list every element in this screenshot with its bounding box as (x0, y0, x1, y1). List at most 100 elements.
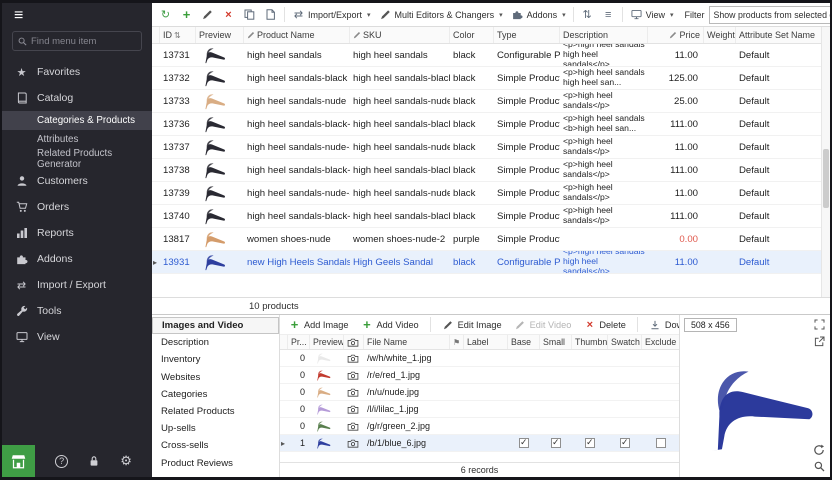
detail-tab[interactable]: Product Reviews (152, 455, 279, 472)
swatch-checkbox[interactable] (620, 421, 630, 431)
sidebar-item-tools[interactable]: Tools (2, 298, 152, 324)
image-row[interactable]: 0 /l/i/lilac_1.jpg (280, 401, 679, 418)
sidebar-item-reports[interactable]: Reports (2, 220, 152, 246)
column-header-type[interactable]: Type (494, 27, 560, 43)
list-button[interactable]: ≡ (599, 6, 618, 24)
product-row[interactable]: 13733 high heel sandals-nude high heel s… (152, 90, 821, 113)
delete-product-button[interactable]: × (219, 6, 238, 24)
column-header-preview[interactable]: Preview (310, 335, 344, 349)
exclude-checkbox[interactable] (656, 353, 666, 363)
product-row[interactable]: ▸ 13931 new High Heels Sandals High Geel… (152, 251, 821, 274)
thumbnail-checkbox[interactable] (585, 421, 595, 431)
menu-toggle-button[interactable]: ≡ (2, 3, 152, 29)
column-header-file-name[interactable]: File Name (364, 335, 450, 349)
sidebar-item-view[interactable]: View (2, 324, 152, 350)
menu-search[interactable] (12, 31, 142, 51)
small-checkbox[interactable] (551, 421, 561, 431)
column-header-swatch[interactable]: Swatch (608, 335, 642, 349)
detail-tab[interactable]: Images and Video (152, 317, 279, 334)
product-row[interactable]: 13740 high heel sandals-black-38 high he… (152, 205, 821, 228)
image-row[interactable]: 0 /r/e/red_1.jpg (280, 367, 679, 384)
copy-button[interactable] (240, 6, 259, 24)
detail-tab[interactable]: Cross-sells (152, 437, 279, 454)
vertical-scrollbar[interactable] (821, 27, 830, 297)
image-row[interactable]: 0 /g/r/green_2.jpg (280, 418, 679, 435)
image-row[interactable]: ▸ 1 /b/1/blue_6.jpg (280, 435, 679, 452)
thumbnail-checkbox[interactable] (585, 404, 595, 414)
addons-dropdown[interactable]: Addons (508, 6, 569, 24)
column-header-id[interactable]: ID⇅ (160, 27, 196, 43)
sidebar-item-catalog[interactable]: Catalog (2, 85, 152, 111)
sidebar-subitem[interactable]: Related Products Generator (2, 149, 152, 168)
sidebar-item-favorites[interactable]: ★Favorites (2, 59, 152, 85)
column-header-weight[interactable]: Weight (704, 27, 736, 43)
thumbnail-checkbox[interactable] (585, 353, 595, 363)
swatch-checkbox[interactable] (620, 387, 630, 397)
thumbnail-checkbox[interactable] (585, 370, 595, 380)
detail-tab[interactable]: Inventory (152, 351, 279, 368)
swatch-checkbox[interactable] (620, 353, 630, 363)
lock-icon[interactable] (88, 455, 100, 467)
fullscreen-icon[interactable] (814, 319, 825, 330)
product-row[interactable]: 13732 high heel sandals-black high heel … (152, 67, 821, 90)
menu-search-input[interactable] (31, 36, 136, 47)
gear-icon[interactable]: ⚙ (120, 453, 132, 469)
column-header-color[interactable]: Color (450, 27, 494, 43)
thumbnail-checkbox[interactable] (585, 438, 595, 448)
small-checkbox[interactable] (551, 438, 561, 448)
column-header-flag[interactable]: ⚑ (450, 335, 464, 349)
column-header-exclude[interactable]: Exclude (642, 335, 679, 349)
column-header-camera[interactable] (344, 335, 364, 349)
edit-image-button[interactable]: Edit Image (439, 316, 505, 334)
multi-editors-dropdown[interactable]: Multi Editors & Changers (376, 6, 506, 24)
thumbnail-checkbox[interactable] (585, 387, 595, 397)
base-checkbox[interactable] (519, 421, 529, 431)
sidebar-item-addons[interactable]: Addons (2, 246, 152, 272)
sort-button[interactable]: ⇅ (578, 6, 597, 24)
small-checkbox[interactable] (551, 353, 561, 363)
add-video-button[interactable]: +Add Video (357, 316, 421, 334)
edit-product-button[interactable] (198, 6, 217, 24)
help-icon[interactable]: ? (55, 455, 68, 468)
swatch-checkbox[interactable] (620, 438, 630, 448)
base-checkbox[interactable] (519, 387, 529, 397)
product-row[interactable]: 13739 high heel sandals-nude-37 high hee… (152, 182, 821, 205)
column-header-thumbnail[interactable]: Thumbna (572, 335, 608, 349)
exclude-checkbox[interactable] (656, 370, 666, 380)
detail-tab[interactable]: Up-sells (152, 420, 279, 437)
download-image-button[interactable]: Download Image (646, 316, 679, 334)
product-row[interactable]: 13737 high heel sandals-nude-36 high hee… (152, 136, 821, 159)
exclude-checkbox[interactable] (656, 404, 666, 414)
import-export-dropdown[interactable]: ⇄Import/Export (289, 6, 374, 24)
column-header-label[interactable]: Label (464, 335, 508, 349)
sidebar-item-orders[interactable]: Orders (2, 194, 152, 220)
zoom-icon[interactable] (814, 461, 825, 472)
base-checkbox[interactable] (519, 438, 529, 448)
column-header-price[interactable]: Price (648, 27, 704, 43)
column-header-priority[interactable]: Pr... (288, 335, 310, 349)
sidebar-subitem[interactable]: Attributes (2, 130, 152, 149)
exclude-checkbox[interactable] (656, 387, 666, 397)
delete-image-button[interactable]: ×Delete (580, 316, 629, 334)
base-checkbox[interactable] (519, 370, 529, 380)
view-dropdown[interactable]: View (627, 6, 677, 24)
image-row[interactable]: 0 /n/u/nude.jpg (280, 384, 679, 401)
column-header-preview[interactable]: Preview (196, 27, 244, 43)
sidebar-item-customers[interactable]: Customers (2, 168, 152, 194)
small-checkbox[interactable] (551, 404, 561, 414)
swatch-checkbox[interactable] (620, 370, 630, 380)
add-image-button[interactable]: +Add Image (285, 316, 351, 334)
swatch-checkbox[interactable] (620, 404, 630, 414)
detail-tab[interactable]: Websites (152, 369, 279, 386)
detail-tab[interactable]: Categories (152, 386, 279, 403)
scrollbar-thumb[interactable] (823, 149, 829, 208)
exclude-checkbox[interactable] (656, 421, 666, 431)
base-checkbox[interactable] (519, 404, 529, 414)
edit-video-button[interactable]: Edit Video (511, 316, 575, 334)
filter-select[interactable]: Show products from selected categories (709, 6, 830, 24)
image-row[interactable]: 0 /w/h/white_1.jpg (280, 350, 679, 367)
product-row[interactable]: 13738 high heel sandals-black-37 high he… (152, 159, 821, 182)
product-row[interactable]: 13817 women shoes-nude women shoes-nude-… (152, 228, 821, 251)
small-checkbox[interactable] (551, 370, 561, 380)
exclude-checkbox[interactable] (656, 438, 666, 448)
